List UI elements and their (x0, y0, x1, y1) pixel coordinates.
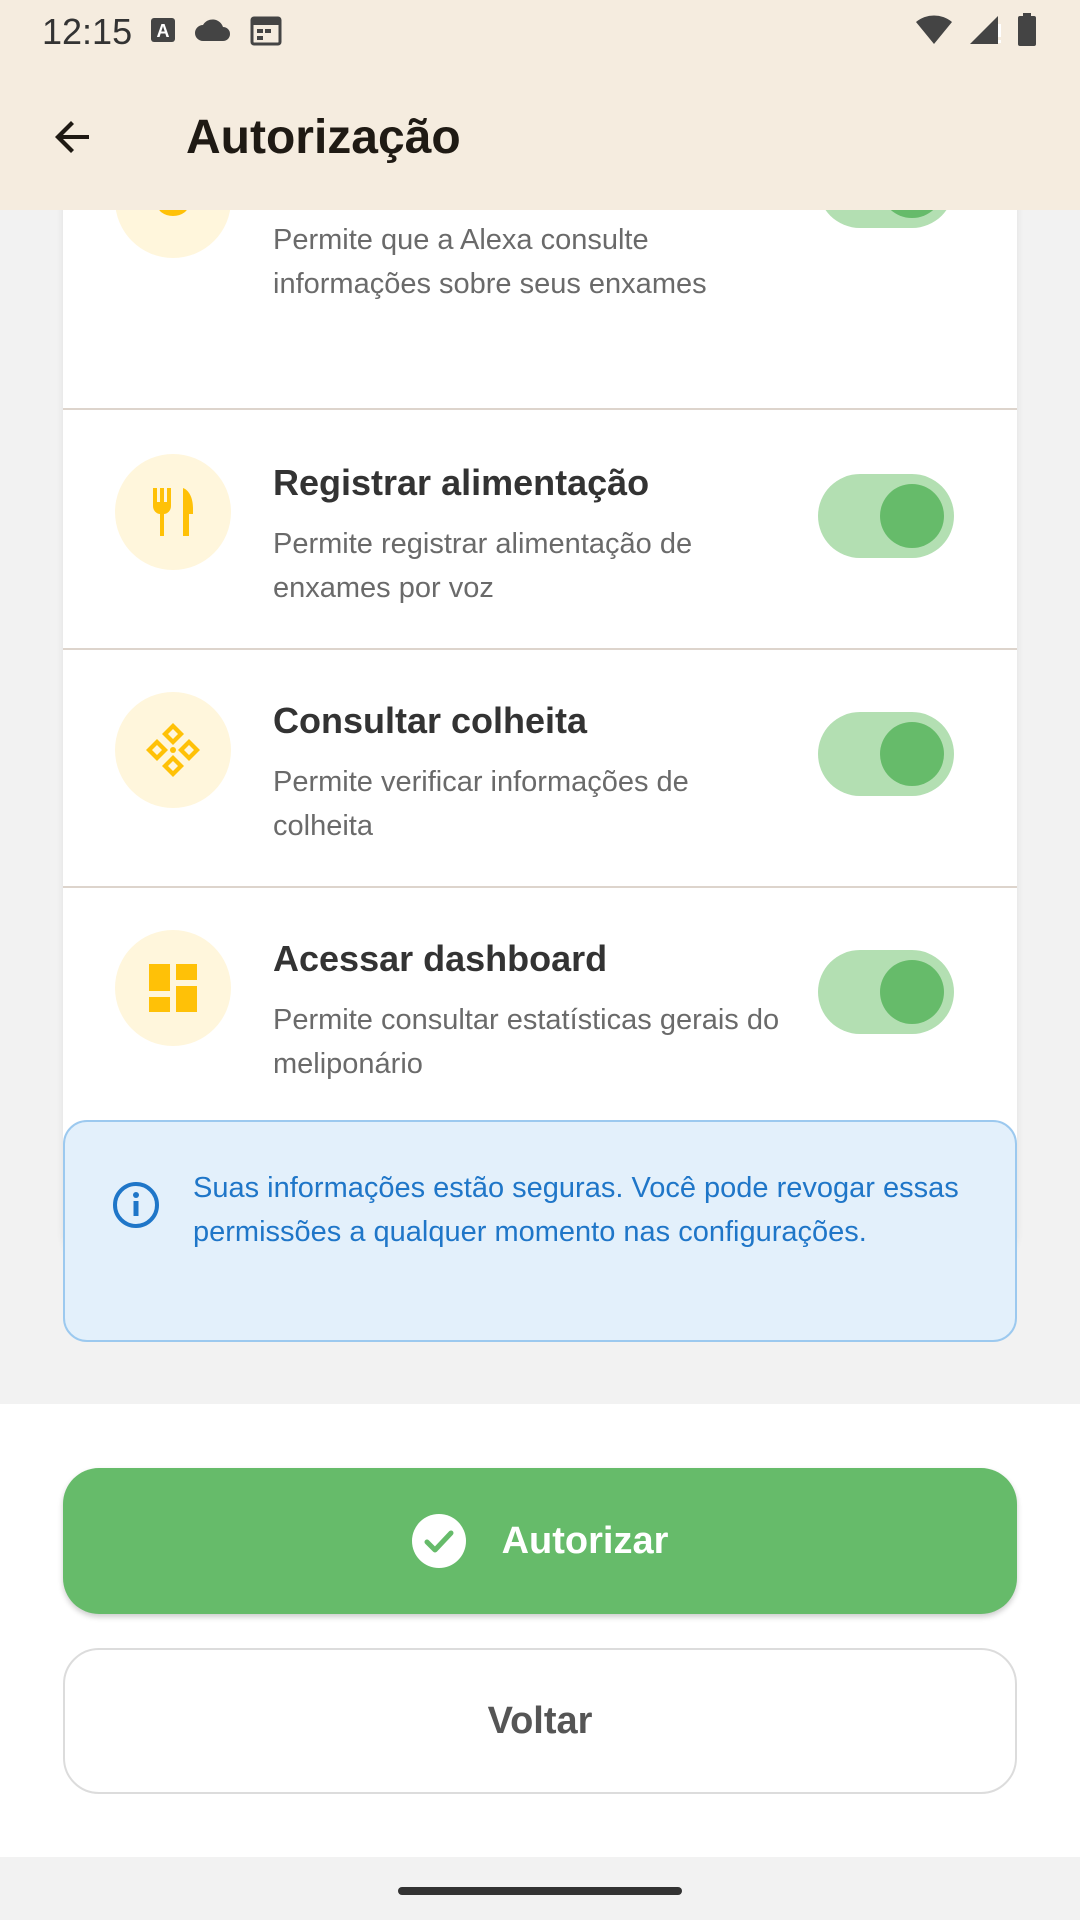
info-text: Suas informações estão seguras. Você pod… (193, 1172, 959, 1248)
authorize-label: Autorizar (501, 1519, 669, 1562)
permission-row-harvest: Consultar colheita Permite verificar inf… (63, 650, 1017, 888)
battery-icon (1016, 12, 1038, 52)
toggle-knob (880, 722, 944, 786)
permission-toggle[interactable] (818, 210, 954, 228)
harvest-icon (115, 692, 231, 808)
calendar-icon (250, 14, 282, 51)
permission-toggle[interactable] (818, 950, 954, 1034)
permission-row-register-feeding: Registrar alimentação Permite registrar … (63, 412, 1017, 650)
back-action-button[interactable]: Voltar (63, 1648, 1017, 1794)
status-time: 12:15 (42, 11, 133, 52)
check-circle-icon (411, 1514, 466, 1568)
permission-description: Permite que a Alexa consulte informações… (273, 224, 707, 300)
authorize-button[interactable]: Autorizar (63, 1468, 1017, 1614)
toggle-knob (880, 960, 944, 1024)
app-bar: Autorização (0, 64, 1080, 210)
home-indicator[interactable] (398, 1887, 682, 1895)
toggle-knob (880, 484, 944, 548)
cloud-icon (194, 17, 232, 48)
dashboard-icon (115, 930, 231, 1046)
security-info-box: Suas informações estão seguras. Você pod… (63, 1120, 1017, 1342)
permission-title: Consultar colheita (273, 700, 588, 741)
permission-toggle[interactable] (818, 474, 954, 558)
permission-row-consult-swarms: Permite que a Alexa consulte informações… (63, 210, 1017, 410)
restaurant-icon (115, 454, 231, 570)
navigation-bar (0, 1857, 1080, 1920)
back-button[interactable] (25, 89, 121, 185)
back-action-label: Voltar (487, 1699, 593, 1742)
permissions-card: Permite que a Alexa consulte informações… (63, 210, 1017, 1266)
wifi-icon (914, 14, 954, 51)
page-title: Autorização (186, 110, 461, 164)
info-icon (113, 1182, 159, 1228)
permission-description: Permite registrar alimentação de enxames… (273, 528, 693, 604)
permission-row-dashboard: Acessar dashboard Permite consultar esta… (63, 888, 1017, 1126)
signal-icon (968, 14, 1002, 51)
svg-text:A: A (157, 21, 170, 41)
permission-title: Acessar dashboard (273, 938, 608, 979)
permission-description: Permite verificar informações de colheit… (273, 766, 689, 842)
permission-description: Permite consultar estatísticas gerais do… (273, 1004, 780, 1080)
status-bar: 12:15 A (0, 0, 1080, 64)
bee-icon (115, 210, 231, 258)
a-badge-icon: A (150, 15, 176, 50)
permission-toggle[interactable] (818, 712, 954, 796)
toggle-knob (880, 210, 944, 218)
permission-title: Registrar alimentação (273, 462, 650, 503)
arrow-back-icon (55, 121, 89, 153)
permissions-content[interactable]: Permite que a Alexa consulte informações… (0, 210, 1080, 1404)
bottom-actions: Autorizar Voltar (0, 1404, 1080, 1857)
